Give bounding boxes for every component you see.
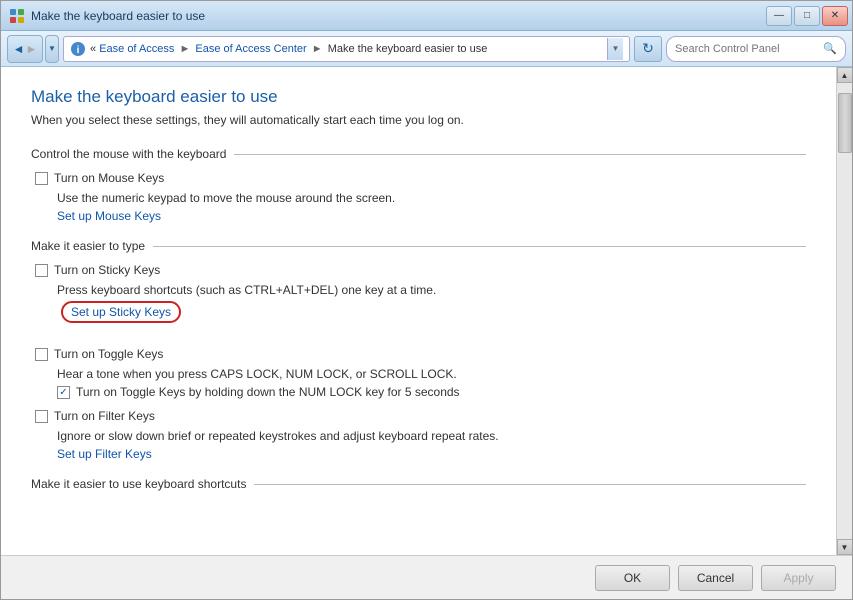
search-input[interactable] (675, 43, 819, 55)
back-icon: ◄ (13, 42, 25, 56)
breadcrumb-separator: « (90, 43, 99, 55)
breadcrumb: « Ease of Access ► Ease of Access Center… (90, 43, 603, 55)
scroll-up-button[interactable]: ▲ (837, 67, 853, 83)
section-header-mouse-control: Control the mouse with the keyboard (31, 147, 806, 161)
description-toggle-keys: Hear a tone when you press CAPS LOCK, NU… (31, 367, 806, 381)
content-area: Make the keyboard easier to use When you… (1, 67, 836, 555)
cancel-button[interactable]: Cancel (678, 565, 753, 591)
apply-button[interactable]: Apply (761, 565, 836, 591)
dropdown-history-button[interactable]: ▼ (45, 35, 59, 63)
scroll-down-button[interactable]: ▼ (837, 539, 853, 555)
breadcrumb-link-ease-of-access[interactable]: Ease of Access (99, 43, 174, 55)
option-label-toggle-keys: Turn on Toggle Keys (54, 347, 163, 361)
title-bar: Make the keyboard easier to use — □ ✕ (1, 1, 852, 31)
option-row-mouse-keys: Turn on Mouse Keys (31, 171, 806, 185)
sub-option-row-toggle-keys: ✓ Turn on Toggle Keys by holding down th… (31, 385, 806, 399)
svg-text:i: i (77, 45, 80, 56)
ok-button[interactable]: OK (595, 565, 670, 591)
scroll-thumb[interactable] (838, 93, 852, 153)
section-divider-3 (254, 484, 806, 485)
main-window: Make the keyboard easier to use — □ ✕ ◄ … (0, 0, 853, 600)
section-keyboard-shortcuts: Make it easier to use keyboard shortcuts (31, 477, 806, 491)
control-panel-icon (9, 8, 25, 24)
refresh-button[interactable]: ↻ (634, 36, 662, 62)
address-dropdown-button[interactable]: ▼ (607, 38, 623, 60)
breadcrumb-current: Make the keyboard easier to use (328, 43, 488, 55)
refresh-icon: ↻ (642, 40, 654, 57)
breadcrumb-arrow-2: ► (312, 43, 326, 55)
navigation-bar: ◄ ► ▼ i « Ease of Access ► Ease of Acces… (1, 31, 852, 67)
option-row-sticky-keys: Turn on Sticky Keys (31, 263, 806, 277)
breadcrumb-arrow-1: ► (179, 43, 193, 55)
section-label-mouse-control: Control the mouse with the keyboard (31, 147, 226, 161)
checkmark-icon: ✓ (59, 387, 67, 398)
page-title: Make the keyboard easier to use (31, 87, 806, 107)
search-bar: 🔍 (666, 36, 846, 62)
bottom-bar: OK Cancel Apply (1, 555, 852, 599)
checkbox-sticky-keys[interactable] (35, 264, 48, 277)
section-header-easier-typing: Make it easier to type (31, 239, 806, 253)
back-button[interactable]: ◄ ► (7, 35, 43, 63)
section-mouse-control: Control the mouse with the keyboard Turn… (31, 147, 806, 223)
section-label-keyboard-shortcuts: Make it easier to use keyboard shortcuts (31, 477, 246, 491)
maximize-button[interactable]: □ (794, 6, 820, 26)
link-setup-filter-keys[interactable]: Set up Filter Keys (31, 447, 806, 461)
checkbox-toggle-keys-numlock[interactable]: ✓ (57, 386, 70, 399)
sub-option-label-toggle-keys: Turn on Toggle Keys by holding down the … (76, 385, 460, 399)
window-title: Make the keyboard easier to use (31, 9, 205, 23)
section-easier-typing: Make it easier to type Turn on Sticky Ke… (31, 239, 806, 461)
scrollbar: ▲ ▼ (836, 67, 852, 555)
option-label-sticky-keys: Turn on Sticky Keys (54, 263, 160, 277)
checkbox-mouse-keys[interactable] (35, 172, 48, 185)
option-label-mouse-keys: Turn on Mouse Keys (54, 171, 164, 185)
section-header-keyboard-shortcuts: Make it easier to use keyboard shortcuts (31, 477, 806, 491)
description-mouse-keys: Use the numeric keypad to move the mouse… (31, 191, 806, 205)
title-bar-left: Make the keyboard easier to use (9, 8, 205, 24)
link-setup-sticky-keys[interactable]: Set up Sticky Keys (61, 301, 181, 323)
breadcrumb-link-ease-of-access-center[interactable]: Ease of Access Center (195, 43, 306, 55)
section-divider (234, 154, 806, 155)
minimize-button[interactable]: — (766, 6, 792, 26)
address-bar: i « Ease of Access ► Ease of Access Cent… (63, 36, 630, 62)
checkbox-toggle-keys[interactable] (35, 348, 48, 361)
content-wrapper: Make the keyboard easier to use When you… (1, 67, 852, 555)
nav-arrows: ◄ ► ▼ (7, 35, 59, 63)
section-divider-2 (153, 246, 806, 247)
scroll-track (837, 83, 852, 539)
forward-icon: ► (26, 42, 38, 56)
section-label-easier-typing: Make it easier to type (31, 239, 145, 253)
address-icon: i (70, 41, 86, 57)
option-row-toggle-keys: Turn on Toggle Keys (31, 347, 806, 361)
option-row-filter-keys: Turn on Filter Keys (31, 409, 806, 423)
link-setup-mouse-keys[interactable]: Set up Mouse Keys (31, 209, 806, 223)
checkbox-filter-keys[interactable] (35, 410, 48, 423)
option-label-filter-keys: Turn on Filter Keys (54, 409, 155, 423)
window-controls: — □ ✕ (766, 6, 848, 26)
search-icon: 🔍 (823, 42, 837, 55)
description-filter-keys: Ignore or slow down brief or repeated ke… (31, 429, 806, 443)
page-subtitle: When you select these settings, they wil… (31, 113, 806, 127)
close-button[interactable]: ✕ (822, 6, 848, 26)
description-sticky-keys: Press keyboard shortcuts (such as CTRL+A… (31, 283, 806, 297)
